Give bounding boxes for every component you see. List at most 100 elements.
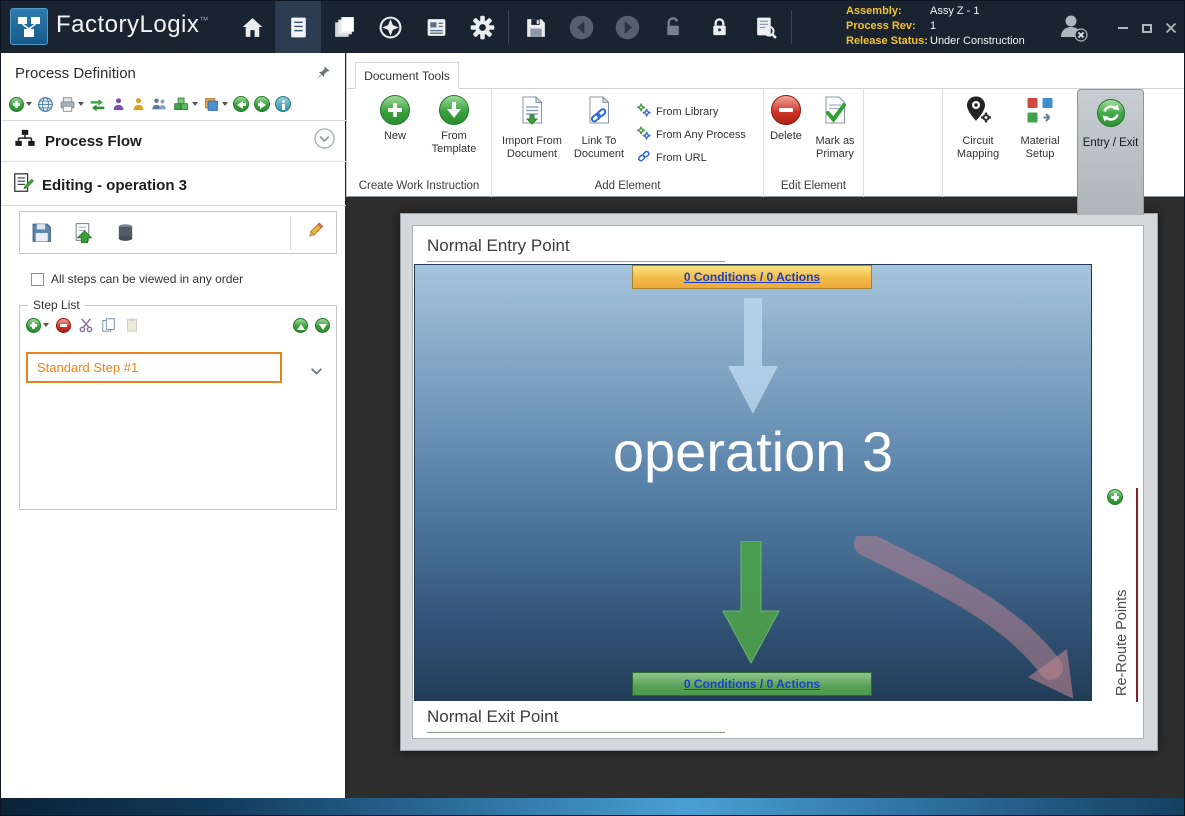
entry-point-label: Normal Entry Point [427, 236, 725, 262]
save-icon[interactable] [512, 1, 558, 53]
from-any-process-item[interactable]: From Any Process [637, 126, 746, 143]
collapse-chevron-icon[interactable] [314, 128, 335, 154]
from-url-item[interactable]: From URL [637, 149, 746, 166]
exit-conditions-badge[interactable]: 0 Conditions / 0 Actions [632, 672, 872, 696]
process-definition-panel: Process Definition Process Flow [1, 53, 346, 798]
editing-header: Editing - operation 3 [1, 165, 346, 205]
engineer-icon[interactable] [131, 97, 146, 112]
gears-icon [637, 103, 651, 120]
add-element-menu: From Library From Any Process From URL [637, 103, 746, 166]
new-plus-icon [380, 95, 410, 125]
pin-icon[interactable] [316, 65, 331, 85]
entry-exit-icon [1096, 98, 1126, 133]
entry-flow-arrow [723, 298, 783, 420]
print-icon[interactable] [59, 96, 84, 113]
view-order-option: All steps can be viewed in any order [31, 272, 243, 286]
copy-icon[interactable] [101, 317, 117, 333]
import-document-icon [517, 95, 547, 130]
assembly-label: Assembly: [846, 4, 930, 19]
undo-icon[interactable] [233, 96, 249, 112]
settings-gear-icon[interactable] [459, 1, 505, 53]
reports-icon[interactable] [413, 1, 459, 53]
info-icon[interactable] [275, 96, 291, 112]
export-icon[interactable] [62, 221, 104, 244]
maximize-icon[interactable] [1140, 21, 1154, 35]
audit-search-icon[interactable] [742, 1, 788, 53]
delete-button[interactable]: Delete [766, 95, 806, 143]
forward-icon[interactable] [604, 1, 650, 53]
reroute-divider [1136, 488, 1138, 702]
view-order-checkbox[interactable] [31, 273, 44, 286]
link-to-document-button[interactable]: Link To Document [566, 95, 632, 160]
divider [1, 205, 346, 206]
editing-icon [12, 172, 34, 199]
move-up-icon[interactable] [293, 318, 308, 333]
assembly-value: Assy Z - 1 [930, 4, 980, 19]
lock-icon[interactable] [696, 1, 742, 53]
titlebar: FactoryLogix™ [1, 1, 1185, 53]
user-logout-icon[interactable] [1057, 11, 1089, 48]
editing-toolbar [19, 211, 337, 254]
divider [1, 120, 346, 121]
titlebar-separator [508, 10, 509, 44]
remove-step-icon[interactable] [56, 318, 71, 333]
assembly-info: Assembly:Assy Z - 1 Process Rev:1 Releas… [846, 4, 1025, 49]
home-icon[interactable] [229, 1, 275, 53]
mark-as-primary-button[interactable]: Mark as Primary [806, 95, 864, 160]
operator-icon[interactable] [111, 97, 126, 112]
circuit-mapping-button[interactable]: Circuit Mapping [949, 95, 1007, 160]
check-document-icon [820, 95, 850, 130]
application-window: FactoryLogix™ [0, 0, 1185, 816]
back-icon[interactable] [558, 1, 604, 53]
delete-icon[interactable] [104, 222, 146, 243]
reroute-flow-arrow [851, 536, 1111, 731]
add-reroute-icon[interactable] [1107, 489, 1123, 510]
from-library-item[interactable]: From Library [637, 103, 746, 120]
unlock-icon[interactable] [650, 1, 696, 53]
step-list-toolbar [26, 315, 330, 335]
exit-point-label: Normal Exit Point [427, 707, 725, 733]
group-add-element: Import From Document Link To Document Fr… [492, 89, 764, 197]
cut-icon[interactable] [78, 317, 94, 333]
process-rev-value: 1 [930, 19, 936, 34]
layers-icon[interactable] [203, 96, 228, 113]
step-expand-chevron-icon[interactable] [310, 363, 323, 381]
batch-icon[interactable] [321, 1, 367, 53]
new-button[interactable]: New [371, 95, 419, 143]
from-template-button[interactable]: From Template [421, 95, 487, 155]
tab-entry-exit[interactable]: Entry / Exit [1077, 89, 1144, 215]
step-list-item[interactable]: Standard Step #1 [26, 352, 282, 383]
ribbon-tools: Circuit Mapping Material Setup [942, 89, 1077, 197]
editing-label: Editing - operation 3 [42, 177, 187, 194]
transfer-icon[interactable] [89, 96, 106, 113]
group-label: Add Element [492, 180, 763, 192]
navigator-icon[interactable] [367, 1, 413, 53]
titlebar-separator [791, 10, 792, 44]
document-canvas: Normal Entry Point operation 3 0 Conditi… [346, 197, 1185, 798]
add-step-icon[interactable] [26, 318, 49, 333]
entry-conditions-badge[interactable]: 0 Conditions / 0 Actions [632, 265, 872, 289]
move-down-icon[interactable] [315, 318, 330, 333]
release-status-value: Under Construction [930, 34, 1025, 49]
group-label: Create Work Instruction [347, 180, 491, 192]
redo-icon[interactable] [254, 96, 270, 112]
close-icon[interactable] [1164, 21, 1178, 35]
status-strip [1, 798, 1185, 816]
add-icon[interactable] [9, 97, 32, 112]
step-list-title: Step List [28, 298, 85, 312]
materials-icon[interactable] [173, 96, 198, 113]
process-flow-header[interactable]: Process Flow [1, 123, 346, 159]
team-icon[interactable] [151, 97, 168, 112]
tab-document-tools[interactable]: Document Tools [355, 62, 459, 89]
save-icon[interactable] [20, 221, 62, 244]
import-from-document-button[interactable]: Import From Document [496, 95, 568, 160]
edit-pencil-icon[interactable] [304, 220, 325, 246]
minimize-icon[interactable] [1116, 21, 1130, 35]
download-arrow-icon [439, 95, 469, 125]
work-instruction-icon[interactable] [275, 1, 321, 53]
toolbar-separator [290, 216, 291, 249]
circuit-mapping-icon [963, 95, 993, 130]
web-icon[interactable] [37, 96, 54, 113]
paste-icon[interactable] [124, 317, 140, 333]
material-setup-button[interactable]: Material Setup [1011, 95, 1069, 160]
